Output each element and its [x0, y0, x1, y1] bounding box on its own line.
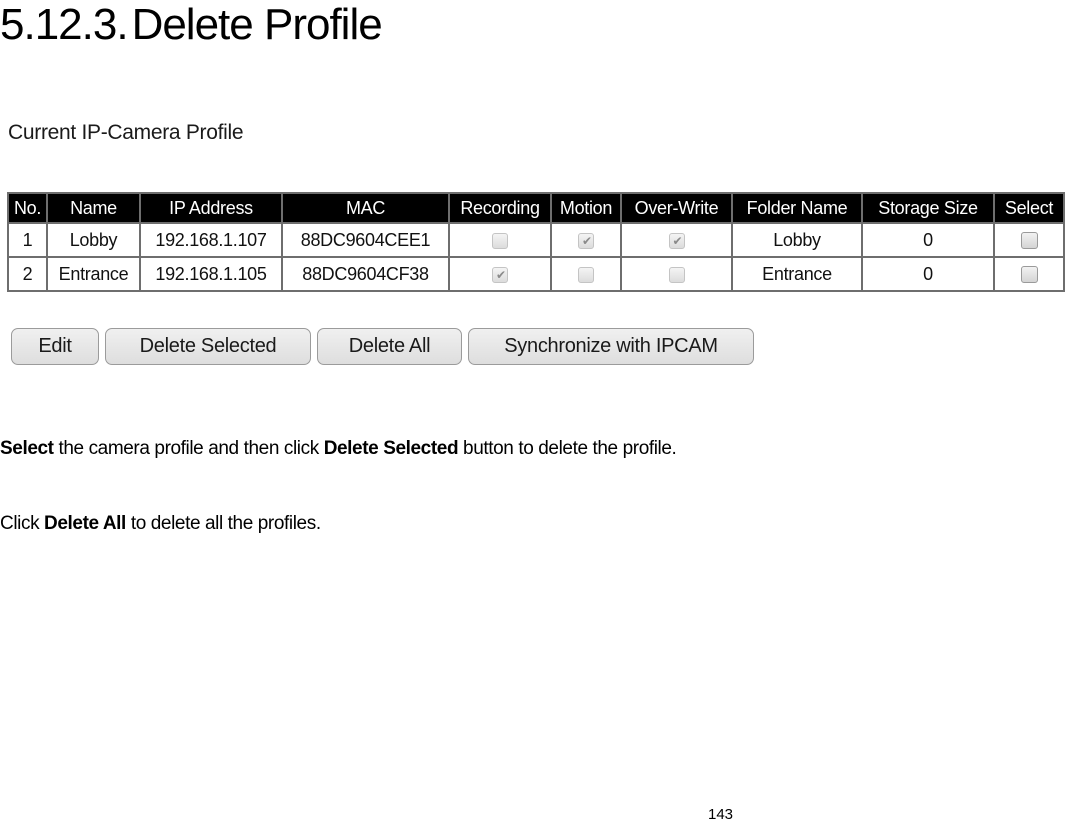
- column-header-ip: IP Address: [139, 192, 283, 224]
- camera-profile-table: No. Name IP Address MAC Recording Motion…: [7, 192, 1065, 292]
- column-header-select: Select: [993, 192, 1065, 224]
- column-header-overwrite: Over-Write: [620, 192, 733, 224]
- cell-ip: 192.168.1.105: [139, 256, 283, 292]
- select-checkbox[interactable]: [1020, 266, 1038, 284]
- action-buttons: Edit Delete Selected Delete All Synchron…: [11, 328, 754, 365]
- cell-mac: 88DC9604CEE1: [281, 222, 450, 258]
- overwrite-checkbox: [668, 266, 685, 283]
- bold-term: Select: [0, 438, 54, 459]
- delete-all-button[interactable]: Delete All: [317, 328, 462, 365]
- section-heading: 5.12.3.Delete Profile: [0, 0, 383, 50]
- select-checkbox[interactable]: [1020, 232, 1038, 250]
- cell-folder: Lobby: [731, 222, 863, 258]
- synchronize-button[interactable]: Synchronize with IPCAM: [468, 328, 754, 365]
- bold-term: Delete Selected: [323, 438, 459, 459]
- cell-select: [993, 222, 1065, 258]
- cell-select: [993, 256, 1065, 292]
- instruction-delete-all: Click Delete All to delete all the profi…: [0, 513, 321, 535]
- cell-no: 2: [7, 256, 48, 292]
- cell-storage: 0: [861, 256, 995, 292]
- check-icon: ✔: [672, 233, 683, 248]
- overwrite-checkbox: ✔: [668, 232, 685, 249]
- cell-recording: [448, 222, 552, 258]
- instruction-text: Click: [0, 513, 45, 534]
- cell-storage: 0: [861, 222, 995, 258]
- column-header-mac: MAC: [281, 192, 450, 224]
- column-header-folder: Folder Name: [731, 192, 863, 224]
- cell-folder: Entrance: [731, 256, 863, 292]
- instruction-delete-selected: Select the camera profile and then click…: [0, 438, 677, 460]
- cell-motion: [550, 256, 622, 292]
- cell-name: Entrance: [46, 256, 141, 292]
- cell-overwrite: ✔: [620, 222, 733, 258]
- cell-recording: ✔: [448, 256, 552, 292]
- recording-checkbox: [492, 232, 508, 249]
- table-header-row: No. Name IP Address MAC Recording Motion…: [7, 192, 1065, 224]
- cell-overwrite: [620, 256, 733, 292]
- motion-checkbox: ✔: [578, 232, 594, 249]
- recording-checkbox: ✔: [492, 266, 508, 283]
- column-header-storage: Storage Size: [861, 192, 995, 224]
- column-header-no: No.: [7, 192, 48, 224]
- table-row: 2 Entrance 192.168.1.105 88DC9604CF38 ✔ …: [7, 256, 1065, 292]
- bold-term: Delete All: [44, 513, 126, 534]
- check-icon: ✔: [582, 233, 592, 248]
- cell-motion: ✔: [550, 222, 622, 258]
- delete-selected-button[interactable]: Delete Selected: [105, 328, 311, 365]
- instruction-text: button to delete the profile.: [458, 438, 677, 459]
- instruction-text: to delete all the profiles.: [125, 513, 321, 534]
- column-header-name: Name: [46, 192, 141, 224]
- column-header-recording: Recording: [448, 192, 552, 224]
- table-row: 1 Lobby 192.168.1.107 88DC9604CEE1 ✔ ✔ L…: [7, 222, 1065, 258]
- check-icon: ✔: [496, 267, 506, 282]
- edit-button[interactable]: Edit: [11, 328, 99, 365]
- section-title-text: Delete Profile: [131, 0, 383, 49]
- motion-checkbox: [578, 266, 594, 283]
- cell-mac: 88DC9604CF38: [281, 256, 450, 292]
- cell-ip: 192.168.1.107: [139, 222, 283, 258]
- page-number: 143: [708, 806, 734, 823]
- instruction-text: the camera profile and then click: [53, 438, 324, 459]
- section-number: 5.12.3.: [0, 0, 129, 49]
- cell-no: 1: [7, 222, 48, 258]
- cell-name: Lobby: [46, 222, 141, 258]
- panel-title: Current IP-Camera Profile: [8, 121, 244, 144]
- column-header-motion: Motion: [550, 192, 622, 224]
